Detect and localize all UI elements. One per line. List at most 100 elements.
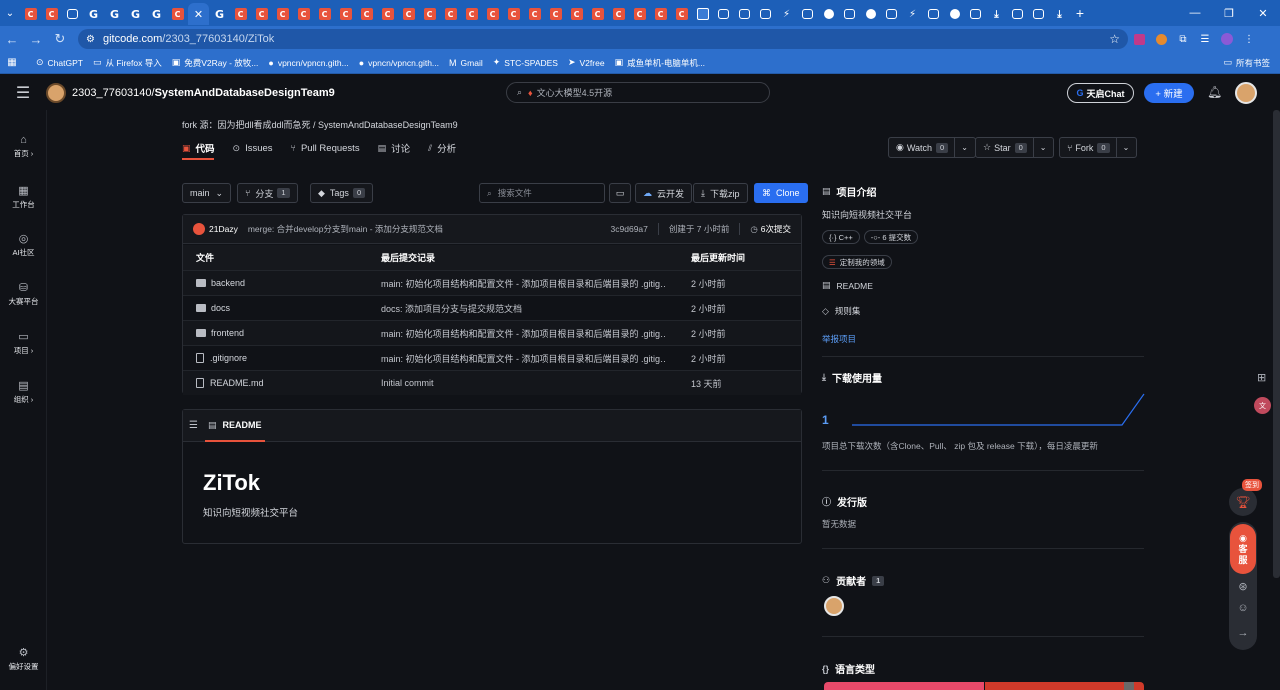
repo-tab[interactable]: ⑂ Pull Requests (291, 140, 360, 156)
new-tab-button[interactable]: + (1070, 5, 1090, 21)
browser-tab[interactable] (965, 3, 986, 25)
browser-tab[interactable]: ⚡ (902, 3, 923, 25)
browser-tab[interactable]: C (20, 3, 41, 25)
clone-button[interactable]: ⌘ Clone (754, 183, 808, 203)
customer-service-button[interactable]: ◉ 客 服 (1230, 524, 1256, 574)
close-window-button[interactable]: ✕ (1246, 7, 1280, 20)
reading-list-icon[interactable]: ☰ (1194, 34, 1216, 45)
repo-tab[interactable]: ⊙ Issues (233, 140, 273, 156)
file-name-cell[interactable]: backend (196, 278, 245, 288)
restore-button[interactable]: ❐ (1212, 7, 1246, 20)
bell-icon[interactable]: 🔔︎ (1207, 85, 1222, 99)
new-button[interactable]: + 新建 (1144, 83, 1194, 103)
file-name[interactable]: backend (211, 278, 245, 288)
repo-path[interactable]: 2303_77603140/SystemAndDatabaseDesignTea… (72, 87, 335, 99)
contributor-avatar[interactable] (824, 596, 844, 616)
custom-domain-pill[interactable]: ☰ 定制我的领域 (822, 255, 892, 269)
browser-tab[interactable]: C (335, 3, 356, 25)
commit-count[interactable]: 6次提交 (761, 223, 791, 235)
browser-tab[interactable]: C (41, 3, 62, 25)
browser-tab[interactable]: C (503, 3, 524, 25)
browser-tab[interactable]: C (167, 3, 188, 25)
bookmark-item[interactable]: M Gmail (449, 57, 483, 69)
browser-tab[interactable]: C (272, 3, 293, 25)
watch-button[interactable]: ◉ Watch 0 ⌄ (888, 137, 976, 158)
ai-search-input[interactable]: ⌕ ♦ 文心大模型4.5开源 (506, 82, 770, 103)
sidebar-item[interactable]: ◎ AI社区 (0, 232, 47, 258)
browser-tab[interactable]: C (293, 3, 314, 25)
site-info-icon[interactable]: ⚙ (86, 34, 95, 45)
rules-link[interactable]: ◇ 规则集 (822, 305, 860, 317)
owner-name[interactable]: 2303_77603140/ (72, 87, 155, 99)
commit-message-cell[interactable]: docs: 添加项目分支与提交规范文档 (381, 302, 666, 315)
browser-tab[interactable]: C (608, 3, 629, 25)
file-name[interactable]: docs (211, 303, 230, 313)
browser-tab[interactable] (1007, 3, 1028, 25)
file-search-input[interactable]: ⌕ 搜索文件 (479, 183, 605, 203)
browser-tab[interactable] (839, 3, 860, 25)
browser-tab[interactable]: C (629, 3, 650, 25)
browser-menu-icon[interactable]: ⋮ (1238, 34, 1260, 45)
browser-tab[interactable]: C (545, 3, 566, 25)
browser-tab[interactable] (944, 3, 965, 25)
browser-tab[interactable]: C (230, 3, 251, 25)
browser-tab[interactable] (881, 3, 902, 25)
browser-tab[interactable]: G (125, 3, 146, 25)
sidebar-item-settings[interactable]: ⚙ 偏好设置 (0, 646, 47, 672)
sidebar-item[interactable]: ▦ 工作台 (0, 184, 47, 210)
sidebar-item[interactable]: ⛁ 大赛平台 (0, 281, 47, 307)
commit-message-cell[interactable]: main: 初始化项目结构和配置文件 - 添加项目根目录和后端目录的 .giti… (381, 327, 666, 340)
browser-tab[interactable]: C (419, 3, 440, 25)
sign-in-button[interactable]: 🏆︎ (1229, 488, 1257, 516)
report-link[interactable]: 举报项目 (822, 333, 856, 345)
star-button[interactable]: ☆ Star 0 ⌄ (975, 137, 1055, 158)
chevron-down-icon[interactable]: ⌄ (1032, 137, 1046, 158)
browser-tab[interactable] (62, 3, 83, 25)
minimize-button[interactable]: — (1178, 7, 1212, 19)
file-name-cell[interactable]: docs (196, 303, 230, 313)
repo-tab[interactable]: ▤ 讨论 (378, 140, 411, 156)
browser-tab[interactable]: ⤓ (1049, 3, 1070, 25)
download-zip-button[interactable]: ⤓ 下载zip (693, 183, 748, 203)
file-name[interactable]: frontend (211, 328, 244, 338)
table-row[interactable]: .gitignore main: 初始化项目结构和配置文件 - 添加项目根目录和后… (183, 345, 801, 370)
page-scrollbar[interactable] (1273, 110, 1280, 578)
url-field[interactable]: ⚙ gitcode.com/2303_77603140/ZiTok ☆ (78, 29, 1128, 49)
chevron-down-icon[interactable]: ⌄ (1115, 137, 1129, 158)
browser-tab[interactable] (692, 3, 713, 25)
cloud-dev-button[interactable]: ☁ 云开发 (635, 183, 693, 203)
commit-message-cell[interactable]: main: 初始化项目结构和配置文件 - 添加项目根目录和后端目录的 .giti… (381, 352, 666, 365)
file-name[interactable]: .gitignore (210, 353, 247, 363)
bookmark-item[interactable]: ▣ 免费V2Ray - 放牧... (172, 57, 259, 69)
commits-pill[interactable]: -○- 6 提交数 (863, 230, 919, 244)
browser-tab[interactable]: C (671, 3, 692, 25)
browser-tab[interactable]: G (83, 3, 104, 25)
table-row[interactable]: README.md Initial commit 13 天前 (183, 370, 801, 395)
browser-tab[interactable]: C (440, 3, 461, 25)
browser-tab[interactable]: C (461, 3, 482, 25)
bookmark-item[interactable]: ▣ 咸鱼单机-电脑单机... (615, 57, 705, 69)
browser-tab[interactable]: C (377, 3, 398, 25)
compass-icon[interactable]: ⊛ (1229, 580, 1257, 593)
bookmark-item[interactable]: ➤ V2free (568, 57, 605, 69)
bookmark-item[interactable]: ● vpncn/vpncn.gith... (359, 57, 439, 69)
owner-avatar[interactable] (46, 83, 66, 103)
commit-message-cell[interactable]: Initial commit (381, 378, 666, 388)
browser-tab[interactable]: C (251, 3, 272, 25)
translate-icon[interactable]: 文 (1254, 397, 1271, 414)
tags-button[interactable]: ◆ Tags 0 (310, 183, 374, 203)
bookmark-item[interactable]: ✦ STC-SPADES (493, 57, 558, 69)
commit-author-avatar[interactable] (193, 223, 205, 235)
table-row[interactable]: docs docs: 添加项目分支与提交规范文档 2 小时前 (183, 295, 801, 320)
browser-tab[interactable]: C (398, 3, 419, 25)
repo-group-name[interactable]: SystemAndDatabaseDesignTeam9 (155, 87, 335, 99)
chevron-down-icon[interactable]: ⌄ (954, 137, 968, 158)
repo-tab[interactable]: ▣ 代码 (182, 140, 215, 156)
bookmark-star-icon[interactable]: ☆ (1109, 32, 1120, 46)
active-tab-close-icon[interactable]: ✕ (188, 3, 209, 25)
extension-icon[interactable] (1128, 33, 1150, 45)
tab-search-chevron-icon[interactable]: ⌄ (0, 0, 20, 26)
chat-button[interactable]: G 天启Chat (1067, 83, 1134, 103)
extensions-puzzle-icon[interactable]: ⧉ (1172, 34, 1194, 45)
browser-tab[interactable] (713, 3, 734, 25)
